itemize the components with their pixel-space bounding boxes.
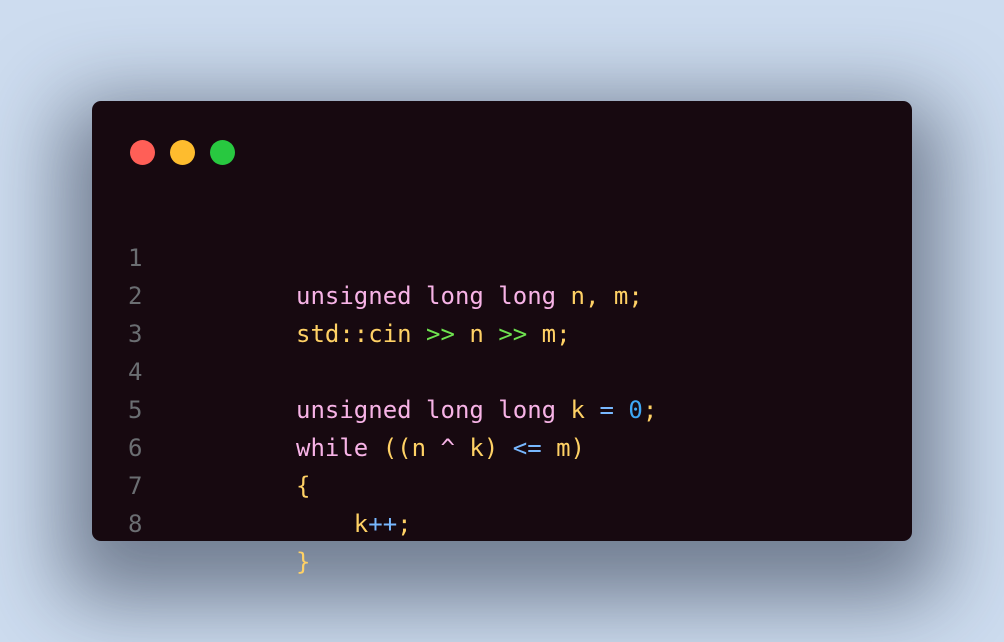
line-number: 8 xyxy=(128,510,143,538)
maximize-button[interactable] xyxy=(210,140,235,165)
code-line: 3 xyxy=(92,277,912,348)
line-source: k++; xyxy=(296,505,412,543)
window-controls xyxy=(130,140,235,165)
code-window: 1 unsigned long long n, m; 2 std::cin >>… xyxy=(92,101,912,576)
code-line: 8 } xyxy=(92,467,912,576)
code-line: 5 while ((n ^ k) <= m) xyxy=(92,353,912,462)
code-block: 1 unsigned long long n, m; 2 std::cin >>… xyxy=(92,201,912,576)
code-token: ; xyxy=(397,510,412,538)
code-line: 7 k++; xyxy=(92,429,912,538)
close-button[interactable] xyxy=(130,140,155,165)
line-source: } xyxy=(296,543,310,581)
code-line: 6 { xyxy=(92,391,912,500)
code-token: } xyxy=(296,548,311,576)
code-token: ++ xyxy=(368,510,398,538)
code-token: k xyxy=(296,510,369,538)
minimize-button[interactable] xyxy=(170,140,195,165)
code-line: 4 unsigned long long k = 0; xyxy=(92,315,912,424)
code-line: 2 std::cin >> n >> m; xyxy=(92,239,912,348)
code-line: 1 unsigned long long n, m; xyxy=(92,201,912,310)
